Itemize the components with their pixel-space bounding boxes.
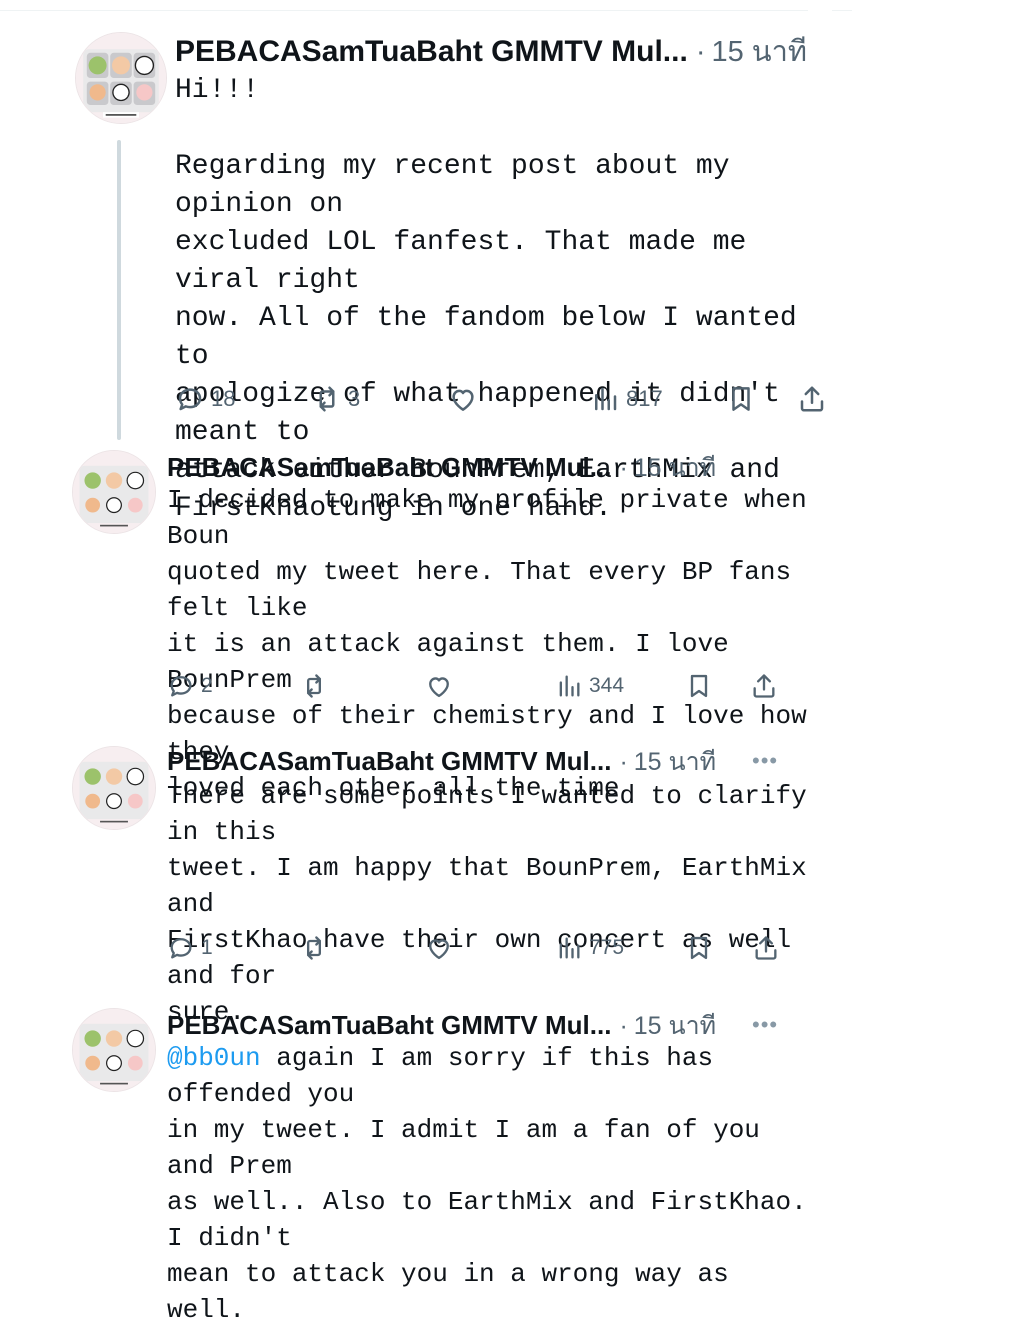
tweet-text: @bb0un again I am sorry if this has offe… [167, 1040, 807, 1328]
views-button[interactable]: 344 [555, 672, 624, 700]
tweet-line: quoted my tweet here. That every BP fans… [167, 557, 807, 623]
share-icon [800, 386, 824, 412]
avatar-image [76, 33, 166, 123]
thread-connector [117, 140, 121, 440]
avatar[interactable] [72, 450, 156, 534]
avatar-image [73, 1009, 155, 1091]
bookmark-icon [690, 674, 708, 698]
mention-link[interactable]: @bb0un [167, 1043, 261, 1073]
reply-button[interactable]: 18 [175, 384, 235, 414]
views-count: 775 [589, 936, 625, 959]
share-icon [753, 674, 775, 698]
separator-dot: · [619, 454, 628, 482]
tweet-line: tweet. I am happy that BounPrem, EarthMi… [167, 853, 823, 919]
author-name[interactable]: PEBACASamTuaBaht GMMTV Mul... [167, 452, 611, 483]
bookmark-icon [690, 936, 708, 960]
reply-icon [178, 388, 202, 411]
separator-dot: · [619, 748, 628, 776]
tweet-line: now. All of the fandom below I wanted to [175, 303, 814, 372]
avatar[interactable] [72, 1008, 156, 1092]
reply-button[interactable]: 2 [167, 672, 213, 700]
avatar-image [73, 747, 155, 829]
more-options-button[interactable]: ••• [752, 748, 778, 774]
tweet-header: PEBACASamTuaBaht GMMTV Mul... · 15 นาที [175, 28, 807, 74]
like-button[interactable] [448, 384, 478, 414]
repost-button[interactable]: 3 [312, 384, 360, 414]
repost-button[interactable] [300, 934, 328, 962]
views-button[interactable]: 817 [590, 384, 663, 414]
like-icon [429, 677, 449, 698]
tweet-line: in my tweet. I admit I am a fan of you a… [167, 1115, 776, 1181]
author-name[interactable]: PEBACASamTuaBaht GMMTV Mul... [175, 35, 688, 69]
tweet-line: I decided to make my profile private whe… [167, 485, 823, 551]
top-divider [0, 10, 808, 11]
reply-icon [170, 938, 192, 959]
like-icon [452, 389, 474, 411]
tweet-line: Hi!!! [175, 75, 260, 106]
author-name[interactable]: PEBACASamTuaBaht GMMTV Mul... [167, 746, 611, 777]
like-icon [429, 939, 449, 960]
like-button[interactable] [425, 672, 453, 700]
tweet-line: excluded LOL fanfest. That made me viral… [175, 227, 764, 296]
reply-count: 1 [201, 936, 213, 959]
more-options-button[interactable]: ••• [752, 1012, 778, 1038]
reply-button[interactable]: 1 [167, 934, 213, 962]
like-button[interactable] [425, 934, 453, 962]
tweet-line: There are some points I wanted to clarif… [167, 781, 823, 847]
bookmark-button[interactable] [685, 934, 713, 962]
separator-dot: · [695, 36, 706, 68]
bookmark-icon [732, 387, 750, 411]
share-icon [755, 936, 777, 960]
author-name[interactable]: PEBACASamTuaBaht GMMTV Mul... [167, 1010, 611, 1041]
tweet-header: PEBACASamTuaBaht GMMTV Mul... · 15 นาที [167, 742, 716, 782]
separator-dot: · [619, 1012, 628, 1040]
views-count: 817 [626, 386, 663, 411]
tweet-line: apologize of what happened it didn't mea… [175, 379, 797, 448]
repost-icon [307, 674, 321, 698]
bookmark-button[interactable] [685, 672, 713, 700]
tweet-line: it is an attack against them. I love Bou… [167, 629, 745, 695]
timestamp[interactable]: 15 นาที [634, 742, 716, 782]
repost-button[interactable] [300, 672, 328, 700]
repost-icon [307, 936, 321, 960]
share-button[interactable] [750, 672, 778, 700]
tweet-line: mean to attack you in a wrong way as wel… [167, 1259, 745, 1325]
bookmark-button[interactable] [726, 384, 756, 414]
avatar[interactable] [75, 32, 167, 124]
repost-icon [319, 386, 335, 412]
avatar-image [73, 451, 155, 533]
views-button[interactable]: 775 [555, 934, 624, 962]
tweet-line: Regarding my recent post about my opinio… [175, 151, 747, 220]
top-divider [832, 10, 852, 11]
avatar[interactable] [72, 746, 156, 830]
reply-count: 2 [201, 674, 213, 697]
share-button[interactable] [752, 934, 780, 962]
views-count: 344 [589, 674, 625, 697]
tweet-line: as well.. Also to EarthMix and FirstKhao… [167, 1187, 823, 1253]
views-icon [559, 937, 580, 959]
reply-count: 18 [211, 386, 236, 411]
tweet-text: There are some points I wanted to clarif… [167, 778, 807, 1030]
views-icon [595, 387, 617, 411]
timestamp[interactable]: 15 นาที [711, 28, 807, 74]
repost-count: 3 [348, 386, 361, 411]
views-icon [559, 675, 580, 697]
share-button[interactable] [797, 384, 827, 414]
reply-icon [170, 676, 192, 697]
